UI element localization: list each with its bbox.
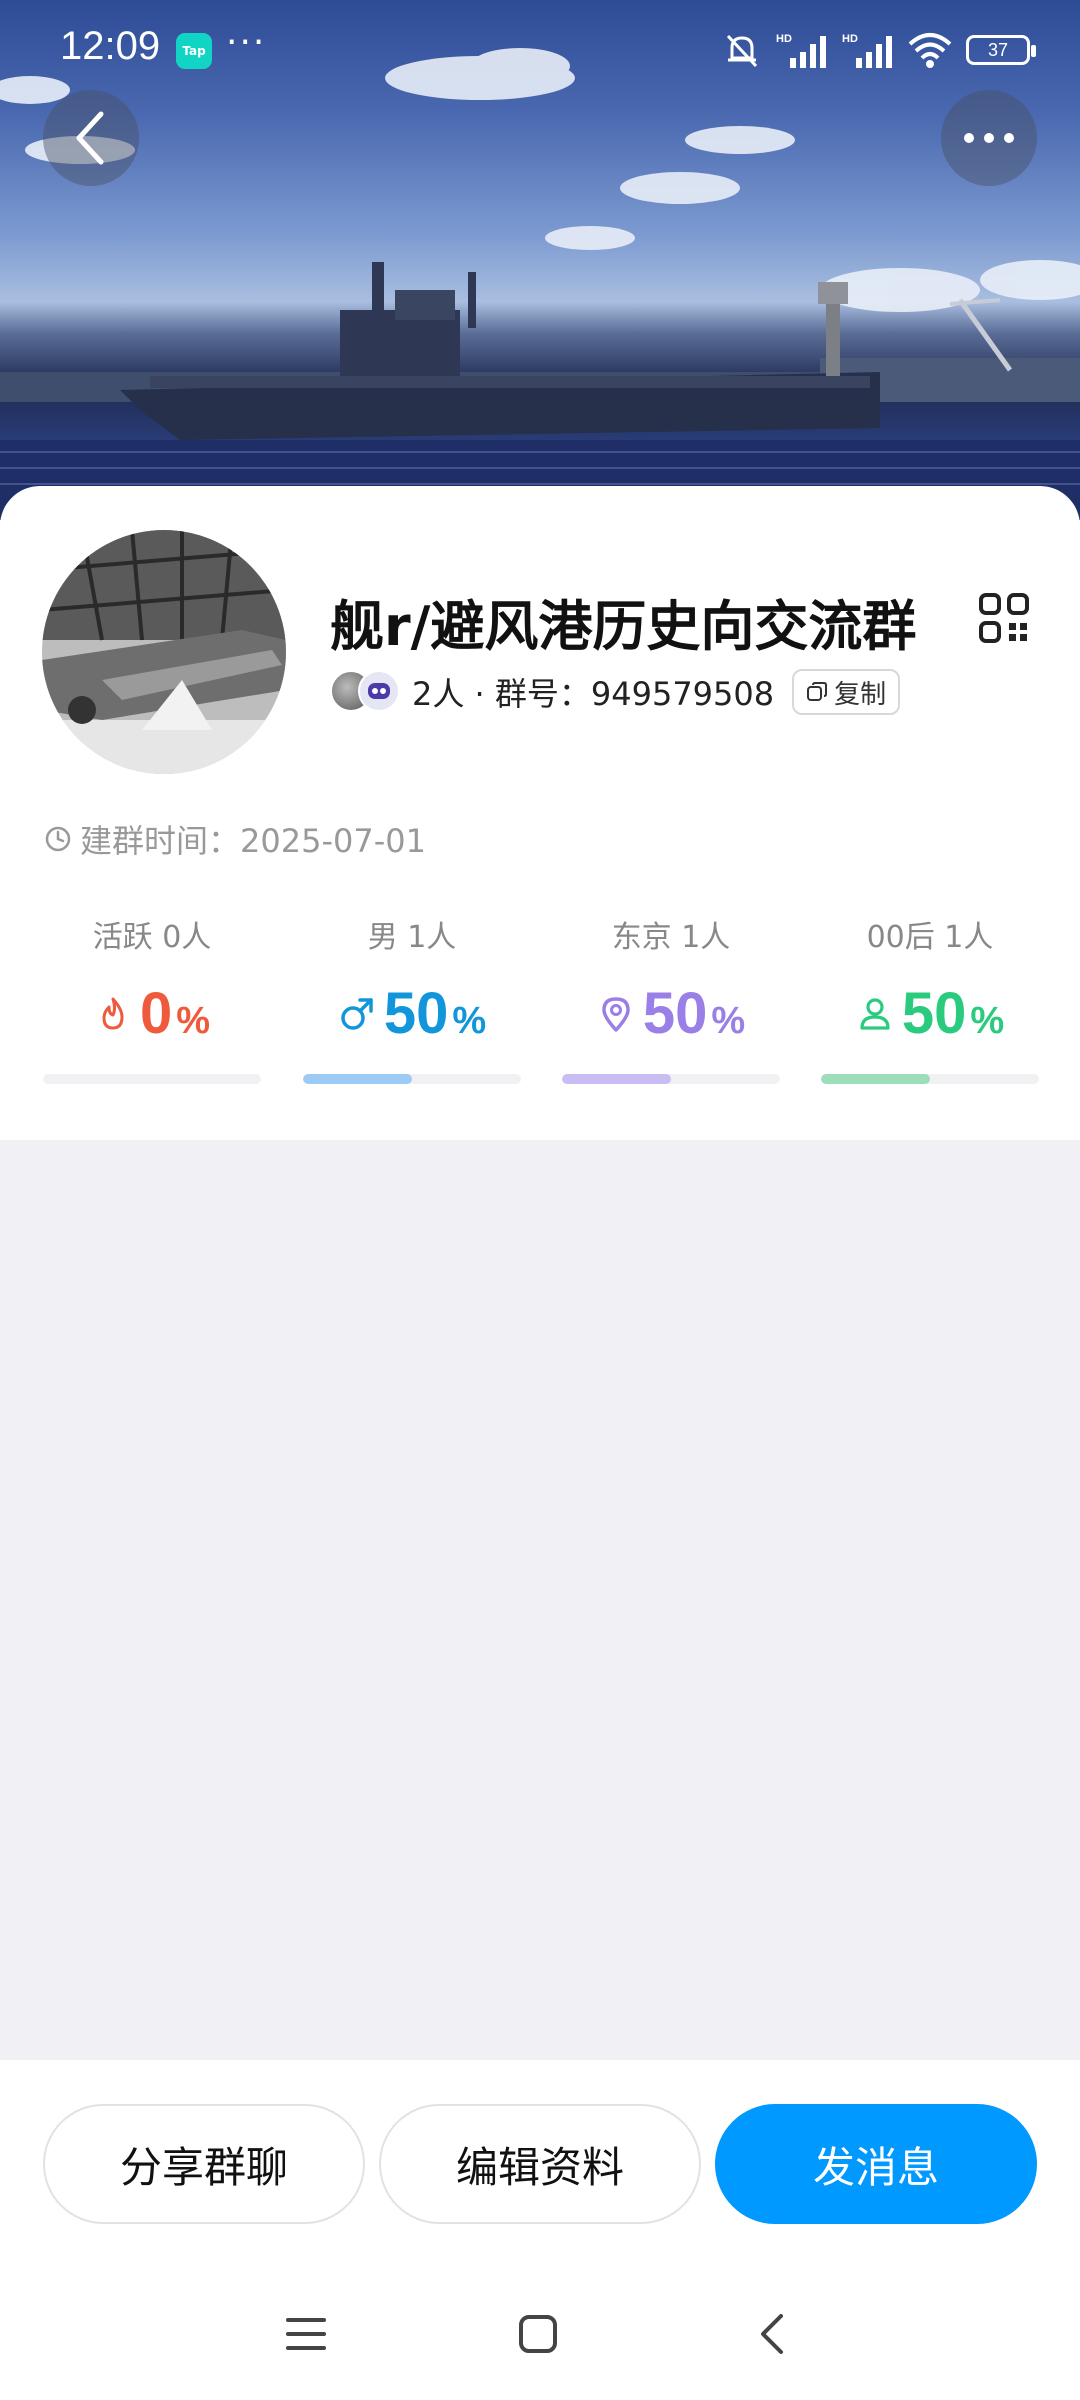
created-date: 建群时间：2025-07-01 bbox=[44, 816, 426, 862]
stat-value: 50 % bbox=[821, 980, 1039, 1047]
group-name: 舰r/避风港历史向交流群 bbox=[330, 595, 917, 658]
flame-icon bbox=[102, 997, 124, 1029]
edit-profile-button[interactable]: 编辑资料 bbox=[379, 2104, 701, 2224]
more-dots-icon bbox=[964, 133, 1014, 143]
status-bar: 12:09 Tap ··· HD HD 37 bbox=[0, 0, 1080, 100]
back-chevron-icon bbox=[761, 2314, 783, 2354]
stat-location[interactable]: 东京 1人 50 % bbox=[562, 912, 780, 1092]
stat-unit: % bbox=[176, 1000, 211, 1042]
stat-label: 东京 1人 bbox=[611, 920, 731, 955]
tap-app-icon: Tap bbox=[176, 33, 212, 69]
robot-avatar bbox=[358, 670, 400, 712]
stat-number: 50 bbox=[642, 981, 708, 1046]
mute-bell-icon bbox=[726, 34, 758, 68]
stat-label: 00后 1人 bbox=[866, 920, 994, 955]
stat-unit: % bbox=[711, 1000, 746, 1042]
stat-progress-fill bbox=[303, 1074, 412, 1084]
qr-code-icon[interactable] bbox=[978, 592, 1030, 644]
status-time: 12:09 bbox=[60, 24, 161, 68]
send-message-button[interactable]: 发消息 bbox=[715, 2104, 1037, 2224]
group-meta-row: 2人 · 群号：949579508 复制 bbox=[330, 666, 901, 718]
stat-progress-fill bbox=[821, 1074, 930, 1084]
stat-unit: % bbox=[452, 1000, 487, 1042]
stat-label: 男 1人 bbox=[367, 920, 457, 955]
stat-active[interactable]: 活跃 0人 0 % bbox=[43, 912, 261, 1092]
stat-value: 0 % bbox=[43, 980, 261, 1047]
home-square-icon bbox=[519, 2315, 557, 2353]
svg-text:HD: HD bbox=[776, 33, 792, 45]
nav-menu-button[interactable] bbox=[276, 2304, 336, 2364]
nav-back-button[interactable] bbox=[742, 2304, 802, 2364]
copy-icon bbox=[807, 682, 828, 701]
stat-number: 0 bbox=[139, 981, 173, 1046]
location-icon bbox=[602, 996, 630, 1032]
stat-age[interactable]: 00后 1人 50 % bbox=[821, 912, 1039, 1092]
share-group-button[interactable]: 分享群聊 bbox=[43, 2104, 365, 2224]
member-avatars[interactable] bbox=[330, 668, 406, 716]
more-options-button[interactable] bbox=[941, 90, 1037, 186]
member-count-and-group-id: 2人 · 群号：949579508 bbox=[412, 675, 775, 713]
chevron-left-icon bbox=[76, 111, 104, 165]
stat-progress-bar bbox=[821, 1074, 1039, 1084]
stat-unit: % bbox=[970, 1000, 1005, 1042]
stat-value: 50 % bbox=[303, 980, 521, 1047]
copy-group-id-button[interactable]: 复制 bbox=[792, 669, 901, 715]
clock-icon bbox=[45, 826, 71, 852]
stat-number: 50 bbox=[901, 981, 967, 1046]
stat-value: 50 % bbox=[562, 980, 780, 1047]
male-icon bbox=[341, 997, 373, 1030]
wifi-icon bbox=[908, 33, 952, 68]
stat-label: 活跃 0人 bbox=[92, 920, 212, 955]
group-avatar[interactable] bbox=[42, 530, 286, 774]
signal-icon-2: HD bbox=[842, 33, 892, 68]
svg-text:HD: HD bbox=[842, 33, 858, 45]
stat-number: 50 bbox=[383, 981, 449, 1046]
more-notifications-icon: ··· bbox=[226, 22, 267, 63]
stat-progress-bar bbox=[303, 1074, 521, 1084]
nav-home-button[interactable] bbox=[508, 2304, 568, 2364]
stat-progress-fill bbox=[562, 1074, 671, 1084]
stat-progress-bar bbox=[43, 1074, 261, 1084]
battery-icon: 37 bbox=[966, 35, 1036, 65]
signal-icon: HD bbox=[776, 33, 826, 68]
copy-label: 复制 bbox=[834, 679, 887, 710]
person-icon bbox=[860, 997, 890, 1030]
stat-progress-bar bbox=[562, 1074, 780, 1084]
back-button[interactable] bbox=[43, 90, 139, 186]
stat-gender[interactable]: 男 1人 50 % bbox=[303, 912, 521, 1092]
menu-icon bbox=[286, 2318, 326, 2350]
created-date-text: 建群时间：2025-07-01 bbox=[80, 822, 426, 860]
